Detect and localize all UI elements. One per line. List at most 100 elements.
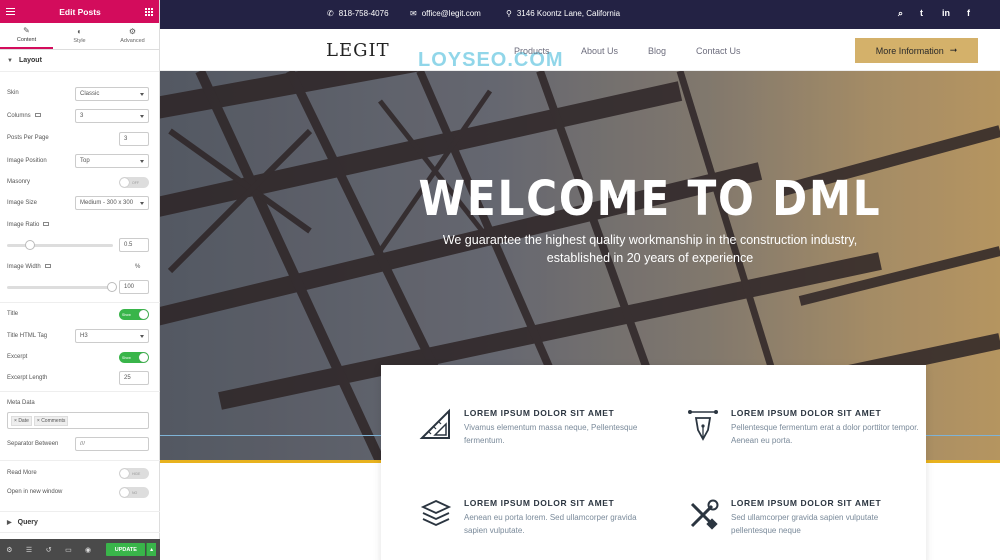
nav-blog[interactable]: Blog [648,46,666,56]
panel-title: Edit Posts [59,6,101,17]
feature-text: Vivamus elementum massa neque, Pellentes… [464,423,638,445]
phone-icon: ✆ [327,9,334,18]
image-ratio-input[interactable]: 0.5 [119,238,149,252]
more-information-button[interactable]: More Information ➞ [855,38,978,63]
title-html-tag-select[interactable]: H3 [75,329,149,343]
query-section-header[interactable]: ▶ Query [0,511,160,533]
nav-contact-us[interactable]: Contact Us [696,46,741,56]
facebook-icon[interactable]: f [967,8,970,18]
meta-tag-comments[interactable]: × Comments [33,416,69,426]
masonry-label: Masonry [7,179,31,185]
tab-style-label: Style [73,38,86,44]
posts-per-page-input[interactable]: 3 [119,132,149,146]
meta-data-select[interactable]: × Date × Comments [7,412,149,429]
nav-products[interactable]: Products [514,46,550,56]
tab-advanced[interactable]: ⚙ Advanced [106,23,159,49]
caret-down-icon: ▼ [7,57,13,64]
image-width-slider[interactable] [7,282,117,292]
excerpt-label: Excerpt [7,354,28,360]
image-width-input[interactable]: 100 [119,280,149,294]
tab-content-label: Content [16,37,37,43]
excerpt-length-input[interactable]: 25 [119,371,149,385]
open-new-window-label: Open in new window [7,489,63,495]
image-ratio-label: Image Ratio [7,222,50,228]
arrow-right-icon: ➞ [949,45,958,55]
update-options-caret-icon[interactable]: ▴ [146,543,157,556]
feature-text: Sed ullamcorper gravida sapien vulputate… [731,513,879,535]
meta-data-label: Meta Data [7,400,35,406]
history-icon[interactable]: ↺ [43,546,54,554]
preview-eye-icon[interactable]: ◉ [83,546,94,554]
feature-title: LOREM IPSUM DOLOR SIT AMET [731,498,882,508]
meta-tag-date-label: Date [18,418,29,424]
gear-icon: ⚙ [128,27,137,36]
feature-title: LOREM IPSUM DOLOR SIT AMET [464,498,615,508]
columns-label: Columns [7,113,41,119]
hamburger-menu-icon[interactable] [6,8,15,15]
excerpt-length-label: Excerpt Length [7,375,48,381]
read-more-label: Read More [7,470,37,476]
image-width-slider-handle[interactable] [107,282,117,292]
email-info[interactable]: ✉ office@legit.com [410,9,481,18]
desktop-icon[interactable] [43,222,50,227]
email-text: office@legit.com [421,9,481,18]
columns-label-text: Columns [7,113,31,119]
separator-between-label: Separator Between [7,441,59,447]
feature-text: Pellentesque fermentum erat a dolor port… [731,423,919,445]
divider [0,391,160,392]
title-label: Title [7,311,19,317]
half-circle-icon: ◐ [77,27,82,36]
site-preview: ✆ 818-758-4076 ✉ office@legit.com ⚲ 3146… [160,0,1000,560]
layout-section-header[interactable]: ▼ Layout [0,50,159,72]
read-more-toggle-text: HIDE [132,471,141,476]
phone-text: 818-758-4076 [338,9,389,18]
tab-style[interactable]: ◐ Style [53,23,106,49]
meta-tag-date[interactable]: × Date [11,416,32,426]
address-text: 3146 Koontz Lane, California [516,9,621,18]
phone-info[interactable]: ✆ 818-758-4076 [327,9,389,18]
image-ratio-slider-handle[interactable] [25,240,35,250]
open-new-window-toggle-text: NO [132,490,138,495]
image-size-select[interactable]: Medium - 300 x 300 [75,196,149,210]
unit-selector[interactable]: % [135,264,140,270]
image-width-label-text: Image Width [7,264,41,270]
meta-tag-comments-label: Comments [41,418,66,424]
address-info[interactable]: ⚲ 3146 Koontz Lane, California [506,9,620,18]
skin-label: Skin [7,90,19,96]
update-button[interactable]: UPDATE [106,543,146,556]
image-ratio-label-text: Image Ratio [7,222,40,228]
nav-about-us[interactable]: About Us [581,46,618,56]
excerpt-toggle[interactable]: Show [119,352,149,363]
panel-footer: ⚙ ☰ ↺ ▭ ◉ UPDATE ▴ [0,539,160,560]
settings-icon[interactable]: ⚙ [4,546,15,554]
search-icon[interactable]: ⌕ [898,8,903,19]
columns-select[interactable]: 3 [75,109,149,123]
desktop-icon[interactable] [44,264,51,269]
pencil-icon: ✎ [23,26,30,35]
title-toggle[interactable]: Show [119,309,149,320]
map-pin-icon: ⚲ [506,9,512,18]
twitter-icon[interactable]: t [920,8,923,18]
hero-subtitle: We guarantee the highest quality workman… [442,233,858,265]
widgets-grid-icon[interactable] [145,7,153,16]
linkedin-icon[interactable]: in [942,8,950,18]
responsive-mode-icon[interactable]: ▭ [63,546,74,554]
more-information-label: More Information [875,45,944,56]
image-position-select[interactable]: Top [75,154,149,168]
separator-between-input[interactable] [75,437,149,451]
features-card: LOREM IPSUM DOLOR SIT AMET Vivamus eleme… [381,365,926,560]
panel-tabs: ✎ Content ◐ Style ⚙ Advanced [0,23,159,50]
site-logo[interactable]: LEGIT [326,40,390,61]
feature-text: Aenean eu porta lorem. Sed ullamcorper g… [464,513,637,535]
caret-right-icon: ▶ [7,519,12,526]
masonry-toggle[interactable]: OFF [119,177,149,188]
tab-content[interactable]: ✎ Content [0,23,53,49]
read-more-toggle[interactable]: HIDE [119,468,149,479]
masonry-toggle-text: OFF [132,180,139,185]
image-ratio-slider[interactable] [7,240,113,250]
image-size-label: Image Size [7,200,38,206]
skin-select[interactable]: Classic [75,87,149,101]
open-new-window-toggle[interactable]: NO [119,487,149,498]
desktop-icon[interactable] [34,113,41,118]
navigator-icon[interactable]: ☰ [24,546,35,554]
